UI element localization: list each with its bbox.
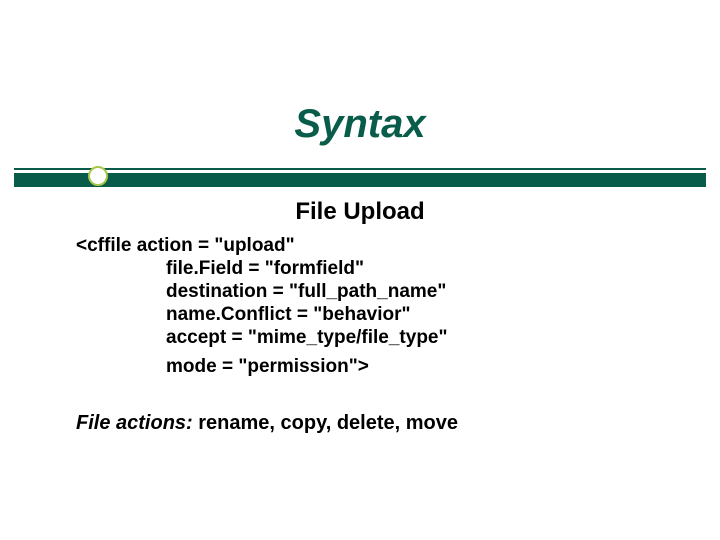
slide-subtitle: File Upload <box>0 198 720 226</box>
code-line-6: mode = "permission"> <box>76 355 636 378</box>
code-line-3: destination = "full_path_name" <box>76 280 636 303</box>
code-line-5: accept = "mime_type/file_type" <box>76 326 636 349</box>
divider-thin-line <box>14 168 706 170</box>
title-divider <box>14 162 706 192</box>
bullet-circle-icon <box>88 166 108 186</box>
code-line-4: name.Conflict = "behavior" <box>76 303 636 326</box>
slide: Syntax File Upload <cffile action = "upl… <box>0 0 720 540</box>
file-actions-label: File actions: <box>76 412 198 434</box>
file-actions-line: File actions: rename, copy, delete, move <box>76 412 458 435</box>
file-actions-values: rename, copy, delete, move <box>198 412 458 434</box>
code-block: <cffile action = "upload" file.Field = "… <box>76 234 636 378</box>
code-line-2: file.Field = "formfield" <box>76 257 636 280</box>
divider-thick-line <box>14 173 706 187</box>
slide-title: Syntax <box>0 102 720 147</box>
code-line-1: <cffile action = "upload" <box>76 234 636 257</box>
